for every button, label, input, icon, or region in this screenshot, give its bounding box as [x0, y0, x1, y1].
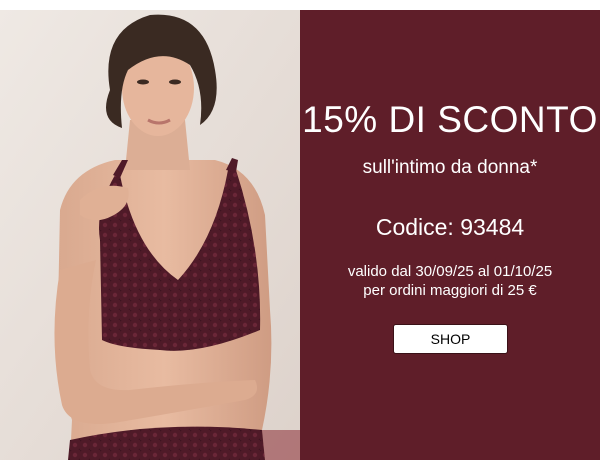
- discount-headline: 15% DI SCONTO: [302, 99, 598, 140]
- promo-code: Codice: 93484: [375, 214, 525, 240]
- validity-minimum-order: per ordini maggiori di 25 €: [363, 282, 537, 299]
- promo-banner: 15% DI SCONTO sull'intimo da donna* Codi…: [0, 10, 600, 460]
- discount-subtitle: sull'intimo da donna*: [362, 157, 538, 178]
- validity-note: valido dal 30/09/25 al 01/10/25 per ordi…: [300, 262, 600, 300]
- shop-button[interactable]: SHOP: [393, 324, 508, 354]
- model-photo: [0, 10, 300, 460]
- promo-panel: 15% DI SCONTO sull'intimo da donna* Codi…: [300, 10, 600, 460]
- validity-dates: valido dal 30/09/25 al 01/10/25: [347, 263, 553, 280]
